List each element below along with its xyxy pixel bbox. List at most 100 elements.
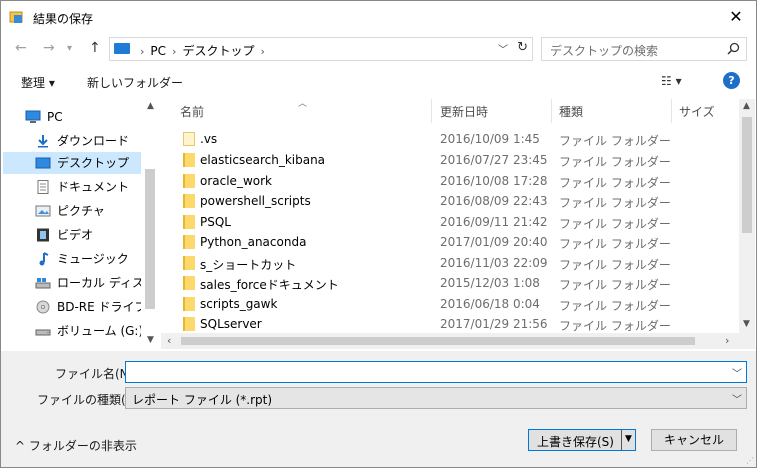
list-item[interactable]: s_ショートカット 2016/11/03 22:09 ファイル フォルダー	[161, 253, 741, 273]
sidebar-item-bd-re-drive[interactable]: BD-RE ドライブ (F:	[3, 296, 141, 318]
scrollbar-thumb[interactable]	[145, 169, 155, 309]
disc-drive-icon	[36, 300, 50, 314]
sidebar-item-documents[interactable]: ドキュメント	[3, 176, 141, 198]
documents-icon	[37, 180, 49, 194]
file-list-horizontal-scrollbar[interactable]: ‹ ›	[161, 333, 755, 349]
file-date: 2016/08/09 22:43	[440, 194, 548, 208]
sidebar-item-pictures[interactable]: ピクチャ	[3, 200, 141, 222]
sidebar-item-desktop[interactable]: デスクトップ	[3, 152, 141, 174]
refresh-icon[interactable]: ↻	[517, 40, 528, 55]
file-name: sales_forceドキュメント	[200, 278, 339, 292]
hide-folders-toggle[interactable]: ^ フォルダーの非表示	[15, 437, 137, 454]
sidebar-item-label: デスクトップ	[57, 156, 130, 170]
recent-locations-chevron-icon[interactable]: ▾	[67, 43, 72, 54]
list-item[interactable]: oracle_work 2016/10/08 17:28 ファイル フォルダー	[161, 171, 741, 191]
file-name: powershell_scripts	[200, 194, 311, 208]
organize-button[interactable]: 整理 ▾	[21, 74, 55, 91]
breadcrumb-pc[interactable]: PC	[150, 44, 166, 58]
breadcrumb-desktop[interactable]: デスクトップ	[182, 44, 254, 58]
folder-icon	[183, 256, 195, 270]
sidebar-item-downloads[interactable]: ダウンロード	[3, 130, 141, 152]
breadcrumb-separator-icon: ›	[140, 45, 145, 58]
help-icon[interactable]: ?	[723, 72, 740, 89]
scroll-up-icon[interactable]: ▲	[743, 101, 750, 111]
list-item[interactable]: .vs 2016/10/09 1:45 ファイル フォルダー	[161, 129, 741, 149]
file-name: SQLserver	[200, 317, 262, 331]
scrollbar-thumb[interactable]	[181, 337, 695, 345]
chevron-down-icon[interactable]: ▼	[625, 434, 632, 444]
desktop-icon	[35, 157, 51, 169]
scroll-left-icon[interactable]: ‹	[167, 334, 171, 347]
breadcrumb-separator-icon: ›	[172, 45, 177, 58]
sidebar-item-videos[interactable]: ビデオ	[3, 224, 141, 246]
chevron-down-icon[interactable]: ﹀	[732, 391, 742, 406]
file-list-vertical-scrollbar[interactable]: ▲ ▼	[739, 99, 755, 333]
file-type: ファイル フォルダー	[559, 278, 671, 292]
sidebar-item-pc[interactable]: PC	[3, 106, 141, 128]
file-name: elasticsearch_kibana	[200, 153, 326, 167]
local-disk-icon	[35, 278, 51, 289]
view-options-icon[interactable]: ☷ ▾	[661, 74, 682, 88]
scroll-up-icon[interactable]: ▲	[147, 101, 154, 111]
sidebar-scrollbar[interactable]: ▲ ▼	[143, 99, 157, 349]
file-date: 2016/09/11 21:42	[440, 215, 548, 229]
chevron-down-icon[interactable]: ﹀	[732, 365, 742, 380]
folder-icon	[183, 215, 195, 229]
sort-ascending-icon: ︿	[298, 99, 308, 109]
file-date: 2016/07/27 23:45	[440, 153, 548, 167]
back-arrow-icon[interactable]: ←	[15, 40, 27, 56]
file-type: ファイル フォルダー	[559, 217, 671, 231]
save-button[interactable]: 上書き保存(S) ▼	[528, 429, 636, 451]
close-icon[interactable]: ✕	[724, 5, 748, 29]
cancel-button[interactable]: キャンセル	[651, 429, 737, 451]
sidebar-item-label: ミュージック	[57, 252, 129, 266]
up-arrow-icon[interactable]: ↑	[89, 40, 101, 56]
scroll-right-icon[interactable]: ›	[725, 334, 729, 347]
forward-arrow-icon[interactable]: →	[43, 40, 55, 56]
folder-icon	[183, 132, 195, 146]
file-type: ファイル フォルダー	[559, 134, 671, 148]
list-item[interactable]: powershell_scripts 2016/08/09 22:43 ファイル…	[161, 191, 741, 211]
music-icon	[39, 252, 49, 266]
file-name: .vs	[200, 132, 218, 146]
navigation-bar: ← → ▾ ↑ › PC › デスクトップ › ﹀ ↻ デスクトップの検索	[1, 33, 756, 63]
scrollbar-thumb[interactable]	[742, 117, 752, 233]
list-item[interactable]: Python_anaconda 2017/01/09 20:40 ファイル フォ…	[161, 232, 741, 252]
resize-grip-icon[interactable]: ⋰	[746, 456, 754, 465]
list-item[interactable]: scripts_gawk 2016/06/18 0:04 ファイル フォルダー	[161, 294, 741, 314]
save-dialog: 結果の保存 ✕ ← → ▾ ↑ › PC › デスクトップ › ﹀ ↻ デスクトップの検…	[0, 0, 757, 468]
sidebar-item-volume-g[interactable]: ボリューム (G:)	[3, 320, 141, 342]
folder-icon	[183, 276, 195, 290]
sidebar-item-music[interactable]: ミュージック	[3, 248, 141, 270]
filetype-select[interactable]: レポート ファイル (*.rpt) ﹀	[125, 387, 747, 409]
command-bar: 整理 ▾ 新しいフォルダー ☷ ▾ ?	[1, 65, 756, 97]
sidebar-item-local-disk[interactable]: ローカル ディスク (C	[3, 272, 141, 294]
search-placeholder: デスクトップの検索	[550, 44, 659, 58]
filename-field[interactable]: ﹀	[125, 361, 747, 383]
column-divider[interactable]	[551, 99, 552, 123]
chevron-down-icon[interactable]: ﹀	[498, 41, 508, 56]
column-header-type[interactable]: 種類	[559, 103, 583, 120]
list-item[interactable]: SQLserver 2017/01/29 21:56 ファイル フォルダー	[161, 314, 741, 334]
folder-icon	[183, 174, 195, 188]
column-divider[interactable]	[431, 99, 432, 123]
search-input[interactable]: デスクトップの検索	[541, 37, 747, 61]
column-divider[interactable]	[671, 99, 672, 123]
column-header-name[interactable]: 名前	[180, 103, 204, 120]
save-button-label: 上書き保存(S)	[537, 435, 614, 449]
address-bar[interactable]: › PC › デスクトップ › ﹀ ↻	[109, 37, 533, 61]
folder-icon	[183, 194, 195, 208]
file-date: 2016/06/18 0:04	[440, 297, 540, 311]
column-header-date[interactable]: 更新日時	[440, 103, 488, 120]
list-item[interactable]: elasticsearch_kibana 2016/07/27 23:45 ファ…	[161, 150, 741, 170]
list-item[interactable]: PSQL 2016/09/11 21:42 ファイル フォルダー	[161, 212, 741, 232]
list-item[interactable]: sales_forceドキュメント 2015/12/03 1:08 ファイル フ…	[161, 273, 741, 293]
scroll-down-icon[interactable]: ▼	[743, 319, 750, 329]
folder-icon	[183, 297, 195, 311]
file-type: ファイル フォルダー	[559, 299, 671, 313]
file-date: 2016/10/08 17:28	[440, 174, 548, 188]
column-header-size[interactable]: サイズ	[679, 103, 715, 120]
scroll-down-icon[interactable]: ▼	[147, 335, 154, 345]
filetype-value: レポート ファイル (*.rpt)	[132, 393, 273, 407]
new-folder-button[interactable]: 新しいフォルダー	[87, 74, 183, 91]
